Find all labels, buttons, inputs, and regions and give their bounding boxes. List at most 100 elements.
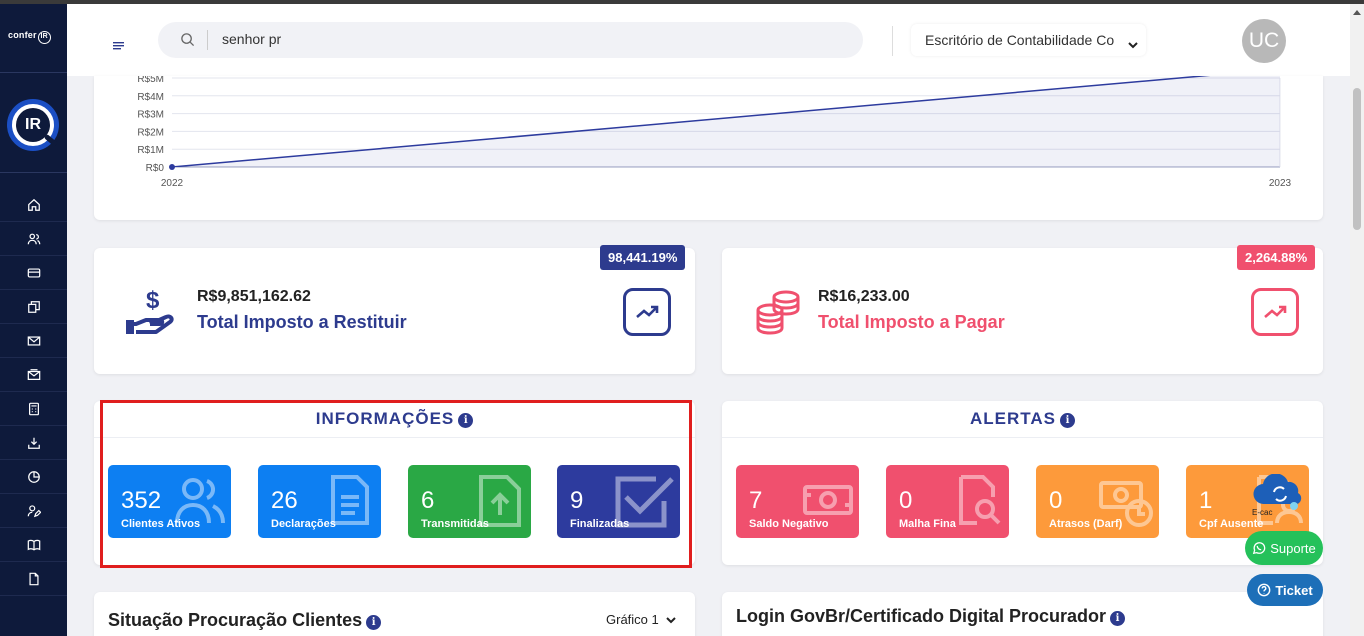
top-header: Escritório de Contabilidade Co UC xyxy=(67,4,1350,76)
tile-label: Malha Fina xyxy=(899,518,956,530)
magnifier-handle xyxy=(44,134,58,147)
whatsapp-icon xyxy=(1253,542,1266,555)
chart-y-tick-label: R$2M xyxy=(137,127,164,138)
tile-saldo-negativo[interactable]: 7 Saldo Negativo xyxy=(736,465,859,538)
sidebar-item-file[interactable] xyxy=(0,562,67,596)
sidebar-divider xyxy=(0,72,67,73)
header-divider xyxy=(892,26,893,56)
chart-area-fill xyxy=(172,76,1280,167)
search-box xyxy=(158,22,863,58)
chart-type-dropdown[interactable]: Gráfico 1 xyxy=(606,612,677,627)
sidebar-item-cards[interactable] xyxy=(0,256,67,290)
info-icon[interactable]: i xyxy=(366,615,382,630)
home-icon xyxy=(27,198,40,211)
info-icon[interactable]: i xyxy=(1110,611,1126,626)
pagar-badge: 2,264.88% xyxy=(1237,245,1316,270)
sidebar-divider xyxy=(0,172,67,173)
sidebar-item-book[interactable] xyxy=(0,528,67,562)
card-icon xyxy=(27,267,40,278)
user-edit-icon xyxy=(27,504,41,517)
trend-up-icon xyxy=(623,288,671,336)
ecac-label: E-cac xyxy=(1252,508,1273,517)
file-search-icon xyxy=(951,473,1005,532)
login-title: Login GovBr/Certificado Digital Procurad… xyxy=(736,606,1126,627)
mail-icon xyxy=(27,335,40,346)
pagar-card: R$16,233.00 Total Imposto a Pagar xyxy=(722,248,1323,374)
chevron-down-icon xyxy=(666,612,677,627)
ecac-button[interactable]: E-cac xyxy=(1250,473,1310,517)
restituir-badge: 98,441.19% xyxy=(600,245,686,270)
book-icon xyxy=(27,539,40,551)
avatar[interactable]: UC xyxy=(1242,19,1286,63)
chart-type-dropdown-value: Gráfico 1 xyxy=(606,612,659,627)
sidebar-item-home[interactable] xyxy=(0,188,67,222)
pie-chart-icon xyxy=(27,470,40,483)
chart-y-tick-label: R$5M xyxy=(137,76,164,85)
chart-y-tick-label: R$1M xyxy=(137,145,164,156)
tile-value: 0 xyxy=(899,487,913,514)
sidebar-item-reports[interactable] xyxy=(0,460,67,494)
chart-x-tick-label: 2023 xyxy=(1269,178,1292,189)
sidebar-item-mail-open[interactable] xyxy=(0,358,67,392)
sidebar-item-documents[interactable] xyxy=(0,290,67,324)
copy-icon xyxy=(27,300,40,313)
office-select[interactable]: Escritório de Contabilidade Co xyxy=(911,24,1146,56)
tile-value: 1 xyxy=(1199,487,1213,514)
ticket-label: Ticket xyxy=(1275,582,1313,598)
money-icon xyxy=(801,473,855,528)
ticket-button[interactable]: Ticket xyxy=(1247,574,1323,606)
suporte-button[interactable]: Suporte xyxy=(1245,531,1323,565)
brand-logo-big[interactable]: IR xyxy=(7,99,59,151)
svg-text:$: $ xyxy=(146,287,160,314)
informacoes-highlight-box xyxy=(100,400,692,568)
hamburger-menu-icon[interactable] xyxy=(113,39,125,57)
info-icon[interactable]: i xyxy=(1060,413,1075,428)
brand-logo-small[interactable]: confer IR xyxy=(8,30,51,44)
login-card: Login GovBr/Certificado Digital Procurad… xyxy=(722,592,1323,636)
procuracao-title-text: Situação Procuração Clientes xyxy=(108,610,363,630)
pagar-label: Total Imposto a Pagar xyxy=(818,312,1005,332)
mail-open-icon xyxy=(27,368,40,380)
brand-logo-badge: IR xyxy=(37,31,51,44)
tile-value: 0 xyxy=(1049,487,1063,514)
calculator-icon xyxy=(28,402,39,415)
office-select-value: Escritório de Contabilidade Co xyxy=(925,32,1115,48)
tile-value: 7 xyxy=(749,487,763,514)
restituir-label: Total Imposto a Restituir xyxy=(197,312,407,332)
suporte-label: Suporte xyxy=(1270,540,1316,556)
sidebar-item-mail[interactable] xyxy=(0,324,67,358)
coins-stack-icon xyxy=(754,288,804,341)
search-input[interactable] xyxy=(222,31,822,47)
money-clock-icon xyxy=(1097,473,1155,536)
section-divider xyxy=(722,437,1323,438)
question-circle-icon xyxy=(1257,583,1271,597)
chart-y-tick-label: R$3M xyxy=(137,110,164,121)
page-scrollbar[interactable] xyxy=(1350,4,1364,636)
trend-up-icon xyxy=(1251,288,1299,336)
sidebar-item-clients[interactable] xyxy=(0,222,67,256)
scrollbar-thumb[interactable] xyxy=(1353,88,1361,230)
alertas-title-text: ALERTAS xyxy=(969,409,1056,428)
hand-money-icon: $ xyxy=(126,286,184,343)
chart-x-tick-label: 2022 xyxy=(161,178,184,189)
inbox-download-icon xyxy=(27,437,40,449)
tax-evolution-chart: R$0 R$1M R$2M R$3M R$4M R$5M 2022 2023 xyxy=(137,74,1292,189)
procuracao-title: Situação Procuração Clientes i xyxy=(108,610,382,631)
sidebar-item-calculator[interactable] xyxy=(0,392,67,426)
scroll-up-arrow-icon[interactable] xyxy=(1353,10,1361,15)
restituir-amount: R$9,851,162.62 xyxy=(197,288,311,305)
chevron-down-icon xyxy=(1128,36,1138,52)
sidebar-item-user-edit[interactable] xyxy=(0,494,67,528)
alertas-title: ALERTAS i xyxy=(722,409,1323,429)
sidebar-item-download[interactable] xyxy=(0,426,67,460)
tile-atrasos-darf[interactable]: 0 Atrasos (Darf) xyxy=(1036,465,1159,538)
tile-malha-fina[interactable]: 0 Malha Fina xyxy=(886,465,1009,538)
chart-y-tick-label: R$0 xyxy=(146,163,165,174)
chart-y-tick-label: R$4M xyxy=(137,92,164,103)
sidebar: confer IR IR xyxy=(0,4,67,636)
login-title-text: Login GovBr/Certificado Digital Procurad… xyxy=(736,606,1107,626)
search-icon[interactable] xyxy=(180,32,195,52)
brand-logo-text: confer xyxy=(8,30,37,40)
chart-card: R$0 R$1M R$2M R$3M R$4M R$5M 2022 2023 xyxy=(94,74,1323,220)
alertas-card: ALERTAS i 7 Saldo Negativo 0 Malha Fina 0… xyxy=(722,401,1323,565)
